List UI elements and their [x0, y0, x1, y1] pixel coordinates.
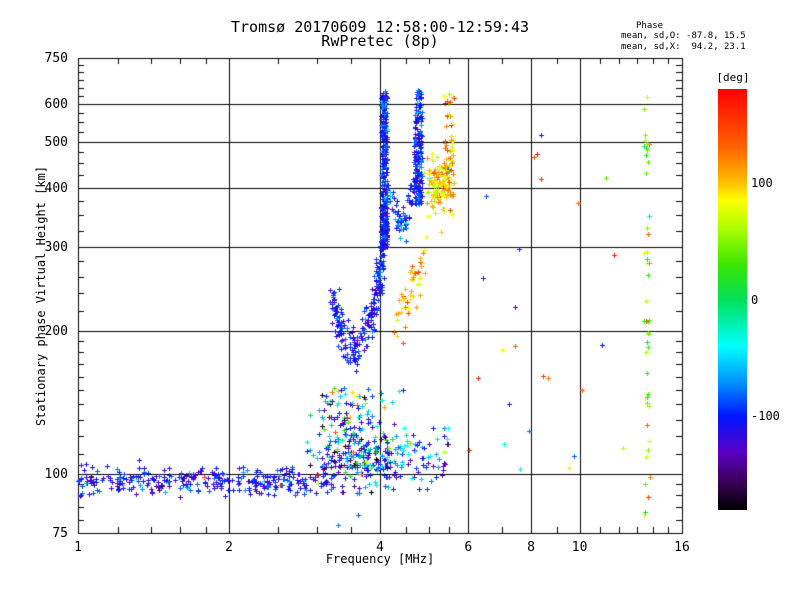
y-tick-label: 750: [44, 51, 68, 66]
colorbar-tick-label: 100: [751, 175, 773, 190]
y-axis-title: Stationary phase Virtual Height [km]: [34, 165, 48, 427]
y-tick-label: 100: [44, 466, 68, 482]
colorbar-tick-label: 0: [751, 292, 759, 307]
colorbar-tick-label: -100: [751, 409, 780, 424]
ionogram-figure: Tromsø 20170609 12:58:00-12:59:43 RwPret…: [0, 0, 800, 600]
ionogram-scatter-canvas: [0, 0, 800, 600]
x-axis-title: Frequency [MHz]: [325, 552, 435, 566]
y-tick-label: 600: [44, 97, 68, 113]
colorbar-units-label: [deg]: [716, 71, 750, 84]
phase-colorbar: [718, 89, 747, 510]
y-tick-label: 500: [44, 134, 68, 150]
y-tick-label: 75: [52, 526, 68, 541]
